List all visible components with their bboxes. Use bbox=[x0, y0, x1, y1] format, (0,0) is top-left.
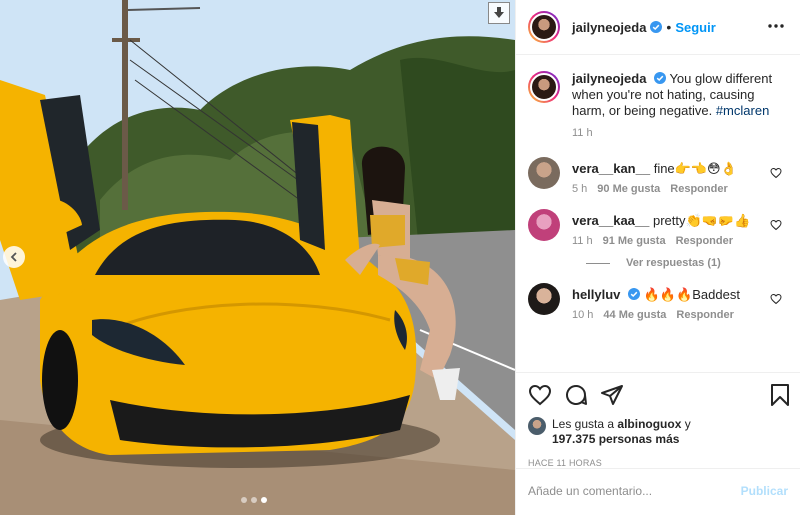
caption-time[interactable]: 11 h bbox=[572, 127, 787, 139]
liker-avatar[interactable] bbox=[528, 417, 546, 435]
comment-item: vera__kaa__ pretty👏🤜🤛👍 11 h 91 Me gusta … bbox=[528, 209, 784, 247]
share-icon[interactable] bbox=[600, 383, 624, 407]
post-actions: Les gusta a albinoguox y 197.375 persona… bbox=[516, 372, 800, 513]
view-replies-label: Ver respuestas (1) bbox=[626, 257, 721, 269]
follow-button[interactable]: Seguir bbox=[675, 20, 715, 35]
instagram-post-modal: jailyneojeda • Seguir jailyneojeda You g… bbox=[0, 0, 800, 515]
post-side-panel: jailyneojeda • Seguir jailyneojeda You g… bbox=[515, 0, 800, 515]
post-photo[interactable] bbox=[0, 0, 515, 515]
caption-hashtag[interactable]: #mclaren bbox=[716, 103, 769, 118]
likes-summary: Les gusta a albinoguox y 197.375 persona… bbox=[528, 417, 784, 447]
author-avatar[interactable] bbox=[528, 11, 560, 43]
comment-text: hellyluv 🔥🔥🔥Baddest bbox=[572, 287, 762, 303]
view-replies-button[interactable]: Ver respuestas (1) bbox=[586, 257, 784, 269]
publish-button[interactable]: Publicar bbox=[741, 484, 788, 498]
commenter-username[interactable]: hellyluv bbox=[572, 287, 620, 302]
carousel-dots bbox=[241, 497, 267, 503]
comment-icon[interactable] bbox=[564, 383, 588, 407]
likes-suffix: y bbox=[684, 417, 691, 431]
download-button[interactable] bbox=[488, 2, 510, 24]
verified-icon bbox=[650, 21, 663, 33]
comment-time[interactable]: 10 h bbox=[572, 309, 593, 321]
reply-button[interactable]: Responder bbox=[676, 235, 733, 247]
likes-prefix: Les gusta a bbox=[552, 417, 615, 431]
bookmark-icon[interactable] bbox=[768, 383, 792, 407]
caption: jailyneojeda You glow different when you… bbox=[528, 71, 784, 139]
author-username[interactable]: jailyneojeda bbox=[572, 20, 646, 35]
author-avatar[interactable] bbox=[528, 71, 560, 103]
comment-body: fine👉👈😳👌 bbox=[653, 161, 737, 176]
caption-username[interactable]: jailyneojeda bbox=[572, 71, 646, 86]
carousel-dot bbox=[241, 497, 247, 503]
heart-icon[interactable] bbox=[770, 219, 782, 231]
caption-text: jailyneojeda You glow different when you… bbox=[572, 71, 787, 119]
commenter-avatar[interactable] bbox=[528, 283, 560, 315]
separator-dot: • bbox=[666, 19, 672, 35]
comment-text: vera__kan__ fine👉👈😳👌 bbox=[572, 161, 762, 177]
verified-icon bbox=[628, 288, 641, 300]
comment-time[interactable]: 11 h bbox=[572, 235, 593, 247]
comment-time[interactable]: 5 h bbox=[572, 183, 587, 195]
verified-icon bbox=[654, 72, 667, 84]
commenter-avatar[interactable] bbox=[528, 157, 560, 189]
reply-button[interactable]: Responder bbox=[670, 183, 727, 195]
liker-username[interactable]: albinoguox bbox=[617, 417, 681, 431]
comment-input[interactable] bbox=[528, 484, 741, 498]
carousel-dot-active bbox=[261, 497, 267, 503]
post-header: jailyneojeda • Seguir bbox=[516, 0, 800, 55]
chevron-left-icon bbox=[10, 252, 17, 262]
heart-icon[interactable] bbox=[528, 383, 552, 407]
comment-body: 🔥🔥🔥Baddest bbox=[643, 287, 740, 302]
comment-body: pretty👏🤜🤛👍 bbox=[652, 213, 751, 228]
comment-item: hellyluv 🔥🔥🔥Baddest 10 h 44 Me gusta Res… bbox=[528, 283, 784, 321]
photo-scene bbox=[0, 0, 515, 515]
commenter-username[interactable]: vera__kan__ bbox=[572, 161, 650, 176]
comments-list[interactable]: jailyneojeda You glow different when you… bbox=[516, 55, 800, 372]
add-comment-bar: Publicar bbox=[516, 468, 800, 513]
posted-time[interactable]: HACE 11 HORAS bbox=[528, 458, 784, 468]
commenter-username[interactable]: vera__kaa__ bbox=[572, 213, 649, 228]
comment-text: vera__kaa__ pretty👏🤜🤛👍 bbox=[572, 213, 762, 229]
reply-button[interactable]: Responder bbox=[676, 309, 733, 321]
download-icon bbox=[494, 7, 504, 18]
comment-item: vera__kan__ fine👉👈😳👌 5 h 90 Me gusta Res… bbox=[528, 157, 784, 195]
comment-likes[interactable]: 44 Me gusta bbox=[603, 309, 666, 321]
carousel-dot bbox=[251, 497, 257, 503]
likes-count[interactable]: 197.375 personas más bbox=[552, 432, 679, 446]
heart-icon[interactable] bbox=[770, 167, 782, 179]
commenter-avatar[interactable] bbox=[528, 209, 560, 241]
more-icon[interactable] bbox=[766, 16, 786, 36]
heart-icon[interactable] bbox=[770, 293, 782, 305]
comment-likes[interactable]: 90 Me gusta bbox=[597, 183, 660, 195]
previous-photo-button[interactable] bbox=[3, 246, 25, 268]
comment-likes[interactable]: 91 Me gusta bbox=[603, 235, 666, 247]
